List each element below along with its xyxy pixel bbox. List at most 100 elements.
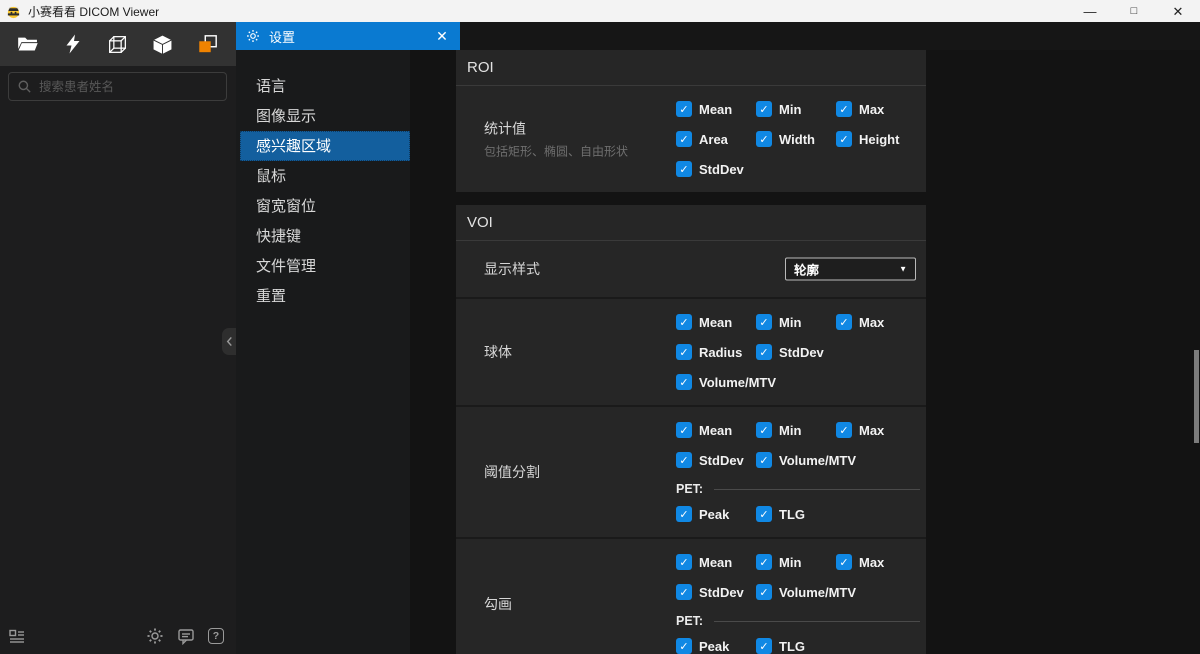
settings-menu-item[interactable]: 文件管理 (236, 251, 410, 281)
checkbox-label: Peak (699, 507, 729, 522)
checkbox-option[interactable]: ✓Min (756, 314, 836, 330)
checkbox-checked-icon[interactable]: ✓ (676, 584, 692, 600)
patient-search-box[interactable] (8, 72, 227, 101)
help-icon[interactable]: ? (208, 628, 224, 644)
checkbox-checked-icon[interactable]: ✓ (756, 101, 772, 117)
checkbox-checked-icon[interactable]: ✓ (756, 344, 772, 360)
checkbox-checked-icon[interactable]: ✓ (756, 422, 772, 438)
checkbox-checked-icon[interactable]: ✓ (756, 638, 772, 654)
patient-list-panel: ? (0, 66, 236, 654)
feedback-comment-icon[interactable] (177, 627, 195, 645)
checkbox-option[interactable]: ✓ Width (756, 131, 836, 147)
card-title: VOI (456, 205, 926, 241)
checkbox-checked-icon[interactable]: ✓ (676, 422, 692, 438)
row-label-text: 统计值 (484, 119, 628, 139)
checkbox-option[interactable]: ✓Volume/MTV (676, 374, 756, 390)
settings-content: ROI统计值包括矩形、椭圆、自由形状✓Mean✓Min✓Max✓Area✓Wid… (410, 50, 1200, 654)
checkbox-checked-icon[interactable]: ✓ (836, 422, 852, 438)
patient-search-input[interactable] (39, 80, 218, 94)
checkbox-option[interactable]: ✓Mean (676, 422, 756, 438)
settings-menu-item[interactable]: 快捷键 (236, 221, 410, 251)
checkbox-option[interactable]: ✓ Min (756, 554, 836, 570)
checkbox-option[interactable]: ✓Volume/MTV (756, 452, 836, 468)
tabrow-background (460, 22, 1200, 50)
checkbox-option[interactable]: ✓Mean (676, 101, 756, 117)
checkbox-checked-icon[interactable]: ✓ (836, 131, 852, 147)
mpr-wireframe-cube-icon[interactable] (103, 29, 133, 59)
checkbox-checked-icon[interactable]: ✓ (676, 554, 692, 570)
checkbox-option[interactable]: ✓Max (836, 554, 926, 570)
flash-icon[interactable] (58, 29, 88, 59)
list-layout-icon[interactable] (8, 627, 26, 645)
checkbox-checked-icon[interactable]: ✓ (756, 452, 772, 468)
settings-close-icon[interactable]: ✕ (434, 29, 450, 43)
settings-gear-icon[interactable] (146, 627, 164, 645)
settings-menu-item[interactable]: 图像显示 (236, 101, 410, 131)
checkbox-option[interactable]: ✓ Mean (676, 554, 756, 570)
checkbox-line: ✓Area✓Width✓Height (676, 131, 926, 147)
checkbox-line: ✓Mean✓Min✓Max (676, 422, 926, 438)
checkbox-label: Width (779, 132, 815, 147)
checkbox-checked-icon[interactable]: ✓ (676, 452, 692, 468)
checkbox-option[interactable]: ✓Max (836, 314, 926, 330)
dropdown-value: 轮廓 (794, 260, 819, 279)
minimize-button[interactable]: — (1068, 0, 1112, 22)
checkbox-option[interactable]: ✓Radius (676, 344, 756, 360)
checkbox-label: Min (779, 555, 801, 570)
checkbox-label: Volume/MTV (779, 453, 856, 468)
checkbox-checked-icon[interactable]: ✓ (756, 131, 772, 147)
checkbox-option[interactable]: ✓StdDev (756, 344, 836, 360)
checkbox-option[interactable]: ✓StdDev (676, 584, 756, 600)
checkbox-option[interactable]: ✓Max (836, 422, 926, 438)
checkbox-checked-icon[interactable]: ✓ (756, 554, 772, 570)
checkbox-checked-icon[interactable]: ✓ (756, 314, 772, 330)
checkbox-checked-icon[interactable]: ✓ (756, 584, 772, 600)
checkbox-checked-icon[interactable]: ✓ (836, 554, 852, 570)
checkbox-checked-icon[interactable]: ✓ (676, 101, 692, 117)
checkbox-option[interactable]: ✓Min (756, 101, 836, 117)
checkbox-option[interactable]: ✓Mean (676, 314, 756, 330)
settings-menu-item[interactable]: 感兴趣区域 (240, 131, 410, 161)
settings-menu-item[interactable]: 窗宽窗位 (236, 191, 410, 221)
compare-layout-icon[interactable] (193, 29, 223, 59)
checkbox-checked-icon[interactable]: ✓ (836, 101, 852, 117)
checkbox-checked-icon[interactable]: ✓ (676, 374, 692, 390)
checkbox-label: Mean (699, 555, 732, 570)
checkbox-checked-icon[interactable]: ✓ (676, 506, 692, 522)
checkbox-option[interactable]: ✓Min (756, 422, 836, 438)
scrollbar-thumb[interactable] (1194, 350, 1199, 443)
open-folder-icon[interactable] (13, 29, 43, 59)
checkbox-option[interactable]: ✓Volume/MTV (756, 584, 836, 600)
settings-menu-item[interactable]: 鼠标 (236, 161, 410, 191)
checkbox-checked-icon[interactable]: ✓ (836, 314, 852, 330)
checkbox-line: ✓StdDev✓Volume/MTV (676, 584, 926, 600)
volume-3d-cube-icon[interactable] (148, 29, 178, 59)
checkbox-option[interactable]: ✓Max (836, 101, 926, 117)
panel-collapse-handle[interactable] (222, 328, 236, 355)
checkbox-checked-icon[interactable]: ✓ (676, 314, 692, 330)
checkbox-checked-icon[interactable]: ✓ (756, 506, 772, 522)
checkbox-option[interactable]: ✓Height (836, 131, 926, 147)
checkbox-option[interactable]: ✓Area (676, 131, 756, 147)
checkbox-checked-icon[interactable]: ✓ (676, 344, 692, 360)
settings-menu-item[interactable]: 重置 (236, 281, 410, 311)
checkbox-option[interactable]: ✓StdDev (676, 452, 756, 468)
checkbox-line: ✓ StdDev (676, 161, 926, 177)
checkbox-checked-icon[interactable]: ✓ (676, 131, 692, 147)
display-style-dropdown[interactable]: 轮廓▼ (785, 258, 916, 281)
checkbox-checked-icon[interactable]: ✓ (676, 161, 692, 177)
row-label: 阈值分割 (484, 462, 540, 482)
checkbox-line: ✓Mean✓Min✓Max (676, 101, 926, 117)
maximize-button[interactable]: □ (1112, 0, 1156, 22)
close-window-button[interactable]: ✕ (1156, 0, 1200, 22)
checkbox-option[interactable]: ✓TLG (756, 506, 836, 522)
checkbox-option[interactable]: ✓ Peak (676, 506, 756, 522)
checkbox-label: StdDev (699, 162, 744, 177)
checkbox-option[interactable]: ✓ StdDev (676, 161, 756, 177)
settings-tab[interactable]: 设置 ✕ (236, 22, 460, 50)
row-label: 统计值包括矩形、椭圆、自由形状 (484, 119, 628, 160)
checkbox-option[interactable]: ✓Peak (676, 638, 756, 654)
checkbox-checked-icon[interactable]: ✓ (676, 638, 692, 654)
checkbox-option[interactable]: ✓TLG (756, 638, 836, 654)
settings-menu-item[interactable]: 语言 (236, 71, 410, 101)
